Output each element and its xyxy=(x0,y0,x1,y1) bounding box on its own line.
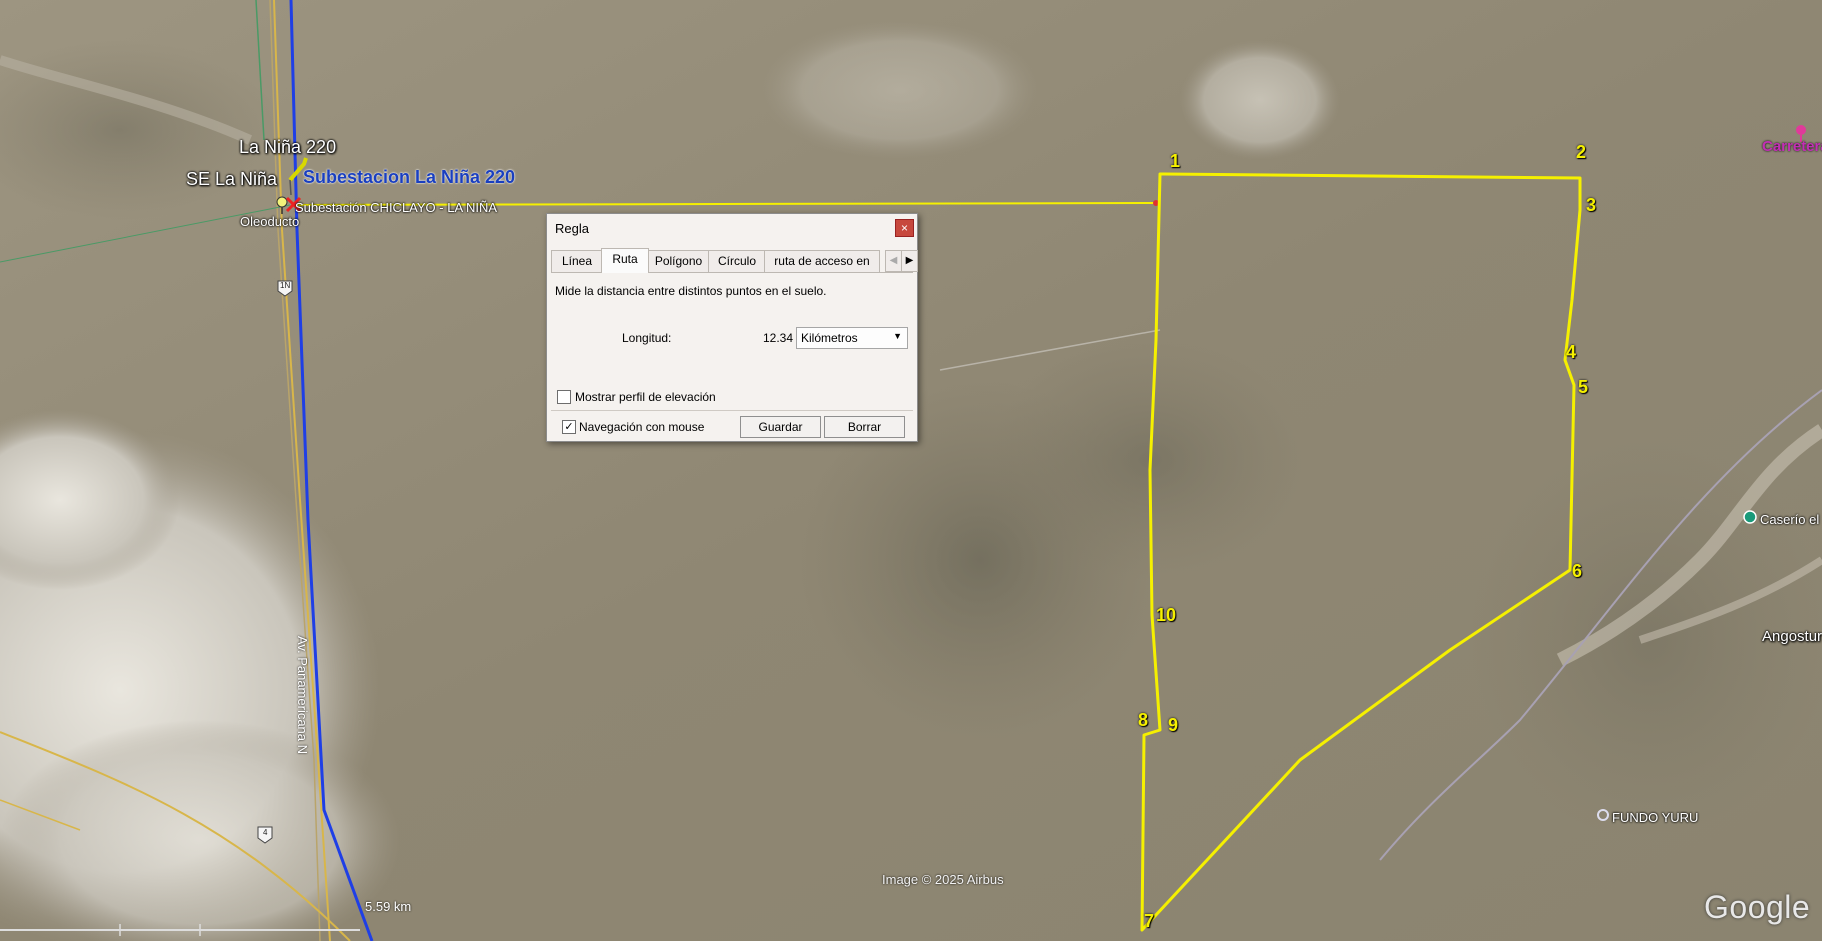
mouse-navigation-checkbox[interactable]: ✓ xyxy=(562,420,576,434)
tab-bar: Línea Ruta Polígono Círculo ruta de acce… xyxy=(551,248,918,273)
route-point-5[interactable]: 5 xyxy=(1578,377,1588,398)
unit-value: Kilómetros xyxy=(801,331,858,345)
tab-circulo[interactable]: Círculo xyxy=(708,250,766,272)
route-point-10[interactable]: 10 xyxy=(1156,605,1176,626)
label-oleoducto[interactable]: Oleoducto xyxy=(240,214,299,229)
mouse-navigation-label: Navegación con mouse xyxy=(579,420,705,434)
image-credit: Image © 2025 Airbus xyxy=(882,872,1004,887)
save-button[interactable]: Guardar xyxy=(740,416,821,438)
length-value: 12.34 xyxy=(763,331,794,345)
label-caserio[interactable]: Caserío el xyxy=(1760,512,1819,527)
route-point-2[interactable]: 2 xyxy=(1576,142,1586,163)
divider xyxy=(551,410,913,411)
shield-1n: 1N xyxy=(280,281,291,290)
unit-select[interactable]: Kilómetros ▼ xyxy=(796,327,908,349)
route-point-4[interactable]: 4 xyxy=(1566,342,1576,363)
ruler-description: Mide la distancia entre distintos puntos… xyxy=(555,284,827,298)
label-se-la-nina: SE La Niña xyxy=(186,169,278,189)
elevation-profile-checkbox[interactable] xyxy=(557,390,571,404)
label-subestacion-chiclayo[interactable]: Subestación CHICLAYO - LA NIÑA xyxy=(295,200,497,215)
route-point-3[interactable]: 3 xyxy=(1586,195,1596,216)
shield-4: 4 xyxy=(263,828,268,837)
route-point-1[interactable]: 1 xyxy=(1170,151,1180,172)
route-point-8[interactable]: 8 xyxy=(1138,710,1148,731)
label-la-nina-220: La Niña 220 xyxy=(239,137,337,157)
clear-button[interactable]: Borrar xyxy=(824,416,905,438)
tab-ruta[interactable]: Ruta xyxy=(601,248,649,273)
label-subestacion-la-nina[interactable]: Subestacion La Niña 220 xyxy=(303,167,515,188)
label-carretera[interactable]: Carretera xyxy=(1762,138,1822,155)
route-point-6[interactable]: 6 xyxy=(1572,561,1582,582)
label-fundo-yuru[interactable]: FUNDO YURU xyxy=(1612,810,1698,825)
label-panamericana: Av. Panamericana N xyxy=(295,636,310,755)
google-logo: Google xyxy=(1704,889,1811,925)
elevation-profile-label: Mostrar perfil de elevación xyxy=(575,390,716,404)
length-label: Longitud: xyxy=(622,331,672,345)
close-button[interactable]: × xyxy=(895,219,914,237)
tab-scroll-right-icon[interactable]: ▶ xyxy=(901,250,918,272)
scale-label: 5.59 km xyxy=(365,899,412,914)
route-point-7[interactable]: 7 xyxy=(1144,911,1154,932)
route-point-9[interactable]: 9 xyxy=(1168,715,1178,736)
tab-linea[interactable]: Línea xyxy=(551,250,603,272)
ruler-dialog: Regla × Línea Ruta Polígono Círculo ruta… xyxy=(546,213,918,442)
tab-ruta-3d[interactable]: ruta de acceso en 3D xyxy=(764,250,880,272)
dialog-title: Regla xyxy=(555,221,589,236)
chevron-down-icon: ▼ xyxy=(893,331,902,341)
tab-scroll-left-icon[interactable]: ◀ xyxy=(885,250,902,272)
label-angostura: Angostur xyxy=(1762,628,1822,645)
tab-poligono[interactable]: Polígono xyxy=(647,250,710,272)
